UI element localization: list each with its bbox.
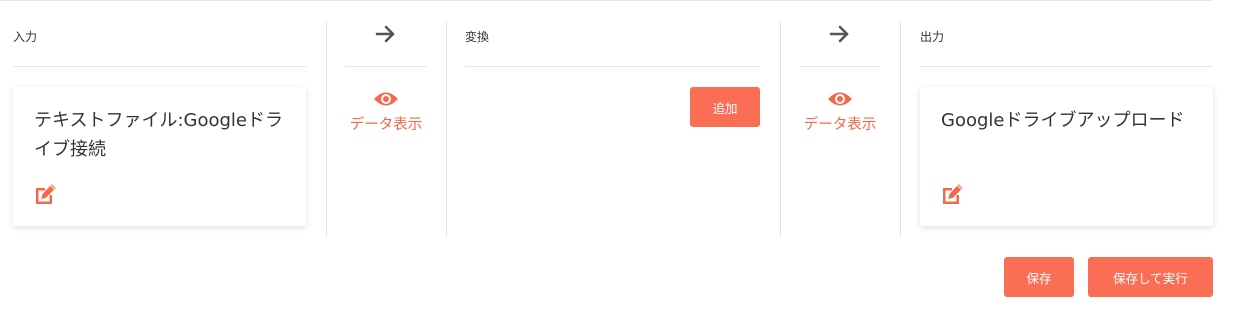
connector-transform-output: データ表示 xyxy=(800,22,880,237)
connector-input-transform: データ表示 xyxy=(345,22,427,237)
output-column-rule xyxy=(920,66,1213,67)
input-column-rule xyxy=(13,66,306,67)
view-data-label: データ表示 xyxy=(349,117,423,133)
edit-icon[interactable] xyxy=(940,183,964,205)
transform-column-rule xyxy=(465,66,760,67)
connector-rule xyxy=(800,66,880,67)
output-column: 出力 Googleドライブアップロード xyxy=(920,22,1213,237)
input-column: 入力 テキストファイル:Googleドライブ接続 xyxy=(13,22,306,237)
add-transform-button[interactable]: 追加 xyxy=(690,87,760,127)
input-column-label: 入力 xyxy=(13,30,38,44)
output-card-title: Googleドライブアップロード xyxy=(941,110,1185,131)
view-data-link-transform[interactable]: データ表示 xyxy=(800,90,880,134)
output-column-label: 出力 xyxy=(920,30,945,44)
edit-icon[interactable] xyxy=(33,183,57,205)
transform-column-label: 変換 xyxy=(465,30,490,44)
output-card[interactable]: Googleドライブアップロード xyxy=(920,87,1213,226)
connector-rule xyxy=(345,66,427,67)
column-separator xyxy=(900,22,901,237)
input-card-title: テキストファイル:Googleドライブ接続 xyxy=(34,110,283,160)
eye-icon xyxy=(374,92,398,106)
view-data-link-input[interactable]: データ表示 xyxy=(345,90,427,134)
save-and-run-button[interactable]: 保存して実行 xyxy=(1088,257,1213,297)
input-card[interactable]: テキストファイル:Googleドライブ接続 xyxy=(13,87,306,226)
transform-column: 変換 追加 xyxy=(465,22,760,237)
arrow-right-icon xyxy=(375,25,395,43)
view-data-label: データ表示 xyxy=(803,117,877,133)
column-separator xyxy=(446,22,447,237)
eye-icon xyxy=(828,92,852,106)
top-divider xyxy=(0,0,1212,1)
arrow-right-icon xyxy=(829,25,849,43)
save-button[interactable]: 保存 xyxy=(1004,257,1074,297)
column-separator xyxy=(780,22,781,237)
column-separator xyxy=(326,22,327,237)
